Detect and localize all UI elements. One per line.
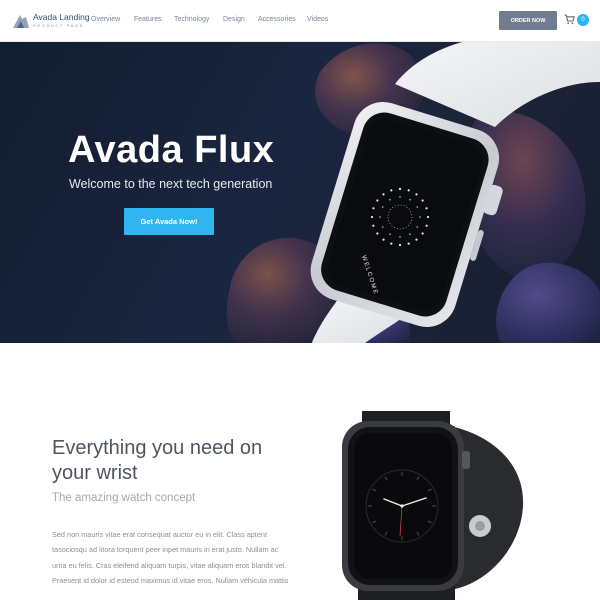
feature-title: Everything you need on your wrist — [52, 437, 263, 484]
feature-section: Everything you need on your wrist The am… — [0, 343, 600, 600]
nav-item-overview[interactable]: Overview — [91, 16, 120, 23]
order-now-button[interactable]: ORDER NOW — [499, 11, 557, 30]
cart-icon — [564, 14, 575, 25]
cart-count-badge: 0 — [577, 14, 589, 26]
avada-logo-icon — [13, 15, 29, 28]
nav-item-features[interactable]: Features — [134, 16, 162, 23]
feature-subtitle: The amazing watch concept — [52, 492, 196, 504]
hero-section: Avada Flux Welcome to the next tech gene… — [0, 42, 600, 343]
nav-item-design[interactable]: Design — [223, 16, 245, 23]
site-header: Avada Landing PRODUCT PAGE Overview Feat… — [0, 0, 600, 42]
nav-item-accessories[interactable]: Accessories — [258, 16, 296, 23]
logo-title: Avada Landing — [33, 12, 90, 22]
feature-body-text: Sed non mauris vitae erat consequat auct… — [52, 530, 289, 586]
logo-subtitle: PRODUCT PAGE — [33, 23, 84, 28]
nav-item-technology[interactable]: Technology — [174, 16, 209, 23]
nav-item-videos[interactable]: Videos — [307, 16, 328, 23]
logo[interactable]: Avada Landing PRODUCT PAGE — [12, 11, 92, 33]
cart[interactable]: 0 — [564, 13, 590, 27]
feature-watch-image — [342, 411, 524, 600]
hero-watch-image: WELCOME — [310, 42, 600, 343]
